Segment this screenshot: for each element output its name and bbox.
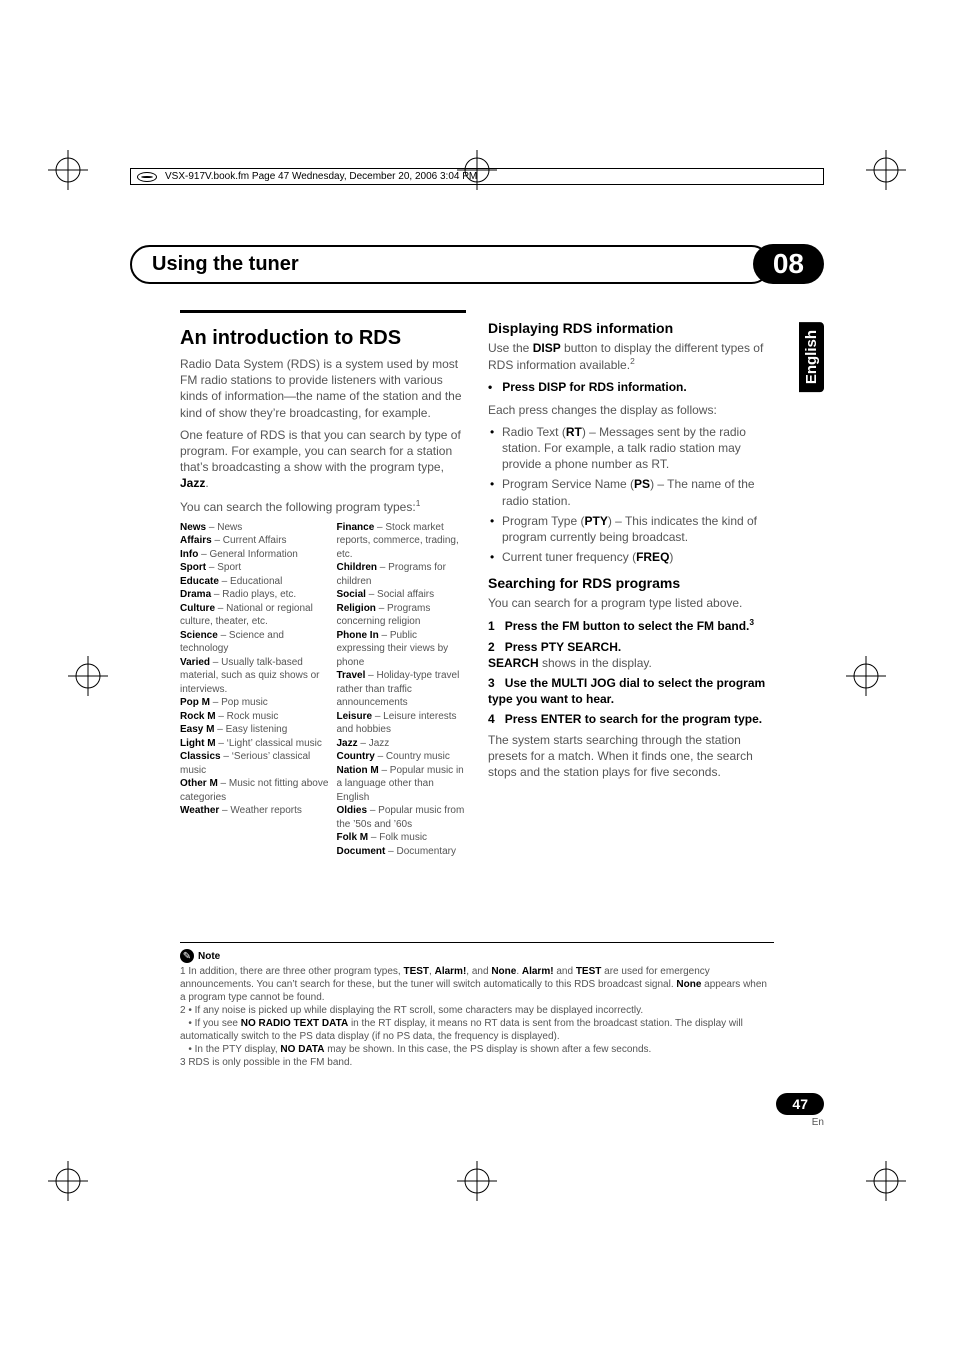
right-column: Displaying RDS information Use the DISP … xyxy=(488,310,774,858)
language-tab: English xyxy=(799,322,824,392)
footnote-2c: • In the PTY display, NO DATA may be sho… xyxy=(180,1043,774,1056)
search-rds-desc: You can search for a program type listed… xyxy=(488,595,774,611)
rds-p2: One feature of RDS is that you can searc… xyxy=(180,427,466,492)
footnote-2a: 2 • If any noise is picked up while disp… xyxy=(180,1004,774,1017)
program-type-item: Religion – Programs concerning religion xyxy=(336,602,466,629)
program-type-item: Educate – Educational xyxy=(180,575,328,589)
footnote-3: 3 RDS is only possible in the FM band. xyxy=(180,1056,774,1069)
crop-mark-icon xyxy=(866,150,906,190)
display-rds-desc: Use the DISP button to display the diffe… xyxy=(488,340,774,373)
rds-bullet-item: Program Type (PTY) – This indicates the … xyxy=(502,513,774,545)
program-type-item: Phone In – Public expressing their views… xyxy=(336,629,466,670)
display-rds-heading: Displaying RDS information xyxy=(488,320,774,336)
chapter-number: 08 xyxy=(753,244,824,284)
crop-mark-icon xyxy=(48,150,88,190)
crop-mark-icon xyxy=(68,656,108,696)
program-type-item: Science – Science and technology xyxy=(180,629,328,656)
press-disp-sub: Each press changes the display as follow… xyxy=(488,402,774,418)
chapter-title: Using the tuner xyxy=(130,245,771,284)
program-type-item: Social – Social affairs xyxy=(336,588,466,602)
program-type-item: Info – General Information xyxy=(180,548,328,562)
crop-mark-icon xyxy=(48,1161,88,1201)
rds-p1: Radio Data System (RDS) is a system used… xyxy=(180,356,466,421)
rds-p3: You can search the following program typ… xyxy=(180,498,466,515)
step-4: 4 Press ENTER to search for the program … xyxy=(488,711,774,727)
rds-bullet-item: Radio Text (RT) – Messages sent by the r… xyxy=(502,424,774,473)
rds-bullet-item: Program Service Name (PS) – The name of … xyxy=(502,476,774,508)
program-type-item: News – News xyxy=(180,521,328,535)
crop-mark-icon xyxy=(866,1161,906,1201)
crop-mark-icon xyxy=(457,1161,497,1201)
program-type-item: Drama – Radio plays, etc. xyxy=(180,588,328,602)
program-type-item: Pop M – Pop music xyxy=(180,696,328,710)
program-type-item: Light M – ‘Light’ classical music xyxy=(180,737,328,751)
program-type-item: Affairs – Current Affairs xyxy=(180,534,328,548)
program-type-item: Other M – Music not fitting above catego… xyxy=(180,777,328,804)
program-type-item: Children – Programs for children xyxy=(336,561,466,588)
note-label: Note xyxy=(198,950,220,963)
step-4-desc: The system starts searching through the … xyxy=(488,732,774,781)
press-disp-line: • Press DISP for RDS information. xyxy=(488,379,774,395)
spiral-icon xyxy=(137,172,157,182)
step-3: 3 Use the MULTI JOG dial to select the p… xyxy=(488,675,774,707)
left-column: An introduction to RDS Radio Data System… xyxy=(180,310,466,858)
program-types-list: News – NewsAffairs – Current AffairsInfo… xyxy=(180,521,466,859)
program-type-item: Varied – Usually talk-based material, su… xyxy=(180,656,328,697)
chapter-header: Using the tuner 08 xyxy=(130,244,824,284)
note-icon: ✎ xyxy=(180,949,194,963)
program-type-item: Weather – Weather reports xyxy=(180,804,328,818)
program-type-item: Finance – Stock market reports, commerce… xyxy=(336,521,466,562)
header-stamp-text: VSX-917V.book.fm Page 47 Wednesday, Dece… xyxy=(165,171,477,182)
program-type-item: Oldies – Popular music from the ’50s and… xyxy=(336,804,466,831)
page-header-stamp: VSX-917V.book.fm Page 47 Wednesday, Dece… xyxy=(130,168,824,185)
program-type-item: Sport – Sport xyxy=(180,561,328,575)
program-type-item: Country – Country music xyxy=(336,750,466,764)
rds-intro-heading: An introduction to RDS xyxy=(180,327,466,350)
program-type-item: Folk M – Folk music xyxy=(336,831,466,845)
program-type-item: Document – Documentary xyxy=(336,845,466,859)
footnote-1: 1 In addition, there are three other pro… xyxy=(180,965,774,1004)
program-type-item: Travel – Holiday-type travel rather than… xyxy=(336,669,466,710)
program-type-item: Jazz – Jazz xyxy=(336,737,466,751)
step-1: 1 Press the FM button to select the FM b… xyxy=(488,617,774,634)
rds-bullet-list: Radio Text (RT) – Messages sent by the r… xyxy=(488,424,774,566)
page-number: 47 En xyxy=(776,1093,824,1128)
page-number-value: 47 xyxy=(776,1093,824,1115)
program-type-item: Classics – ‘Serious’ classical music xyxy=(180,750,328,777)
crop-mark-icon xyxy=(846,656,886,696)
step-2: 2 Press PTY SEARCH. SEARCH shows in the … xyxy=(488,639,774,671)
program-type-item: Nation M – Popular music in a language o… xyxy=(336,764,466,805)
program-type-item: Leisure – Leisure interests and hobbies xyxy=(336,710,466,737)
footnotes: ✎ Note 1 In addition, there are three ot… xyxy=(180,942,774,1069)
program-type-item: Culture – National or regional culture, … xyxy=(180,602,328,629)
footnote-2b: • If you see NO RADIO TEXT DATA in the R… xyxy=(180,1017,774,1043)
program-type-item: Easy M – Easy listening xyxy=(180,723,328,737)
rds-bullet-item: Current tuner frequency (FREQ) xyxy=(502,549,774,565)
program-type-item: Rock M – Rock music xyxy=(180,710,328,724)
page-number-lang: En xyxy=(776,1117,824,1128)
search-rds-heading: Searching for RDS programs xyxy=(488,575,774,591)
